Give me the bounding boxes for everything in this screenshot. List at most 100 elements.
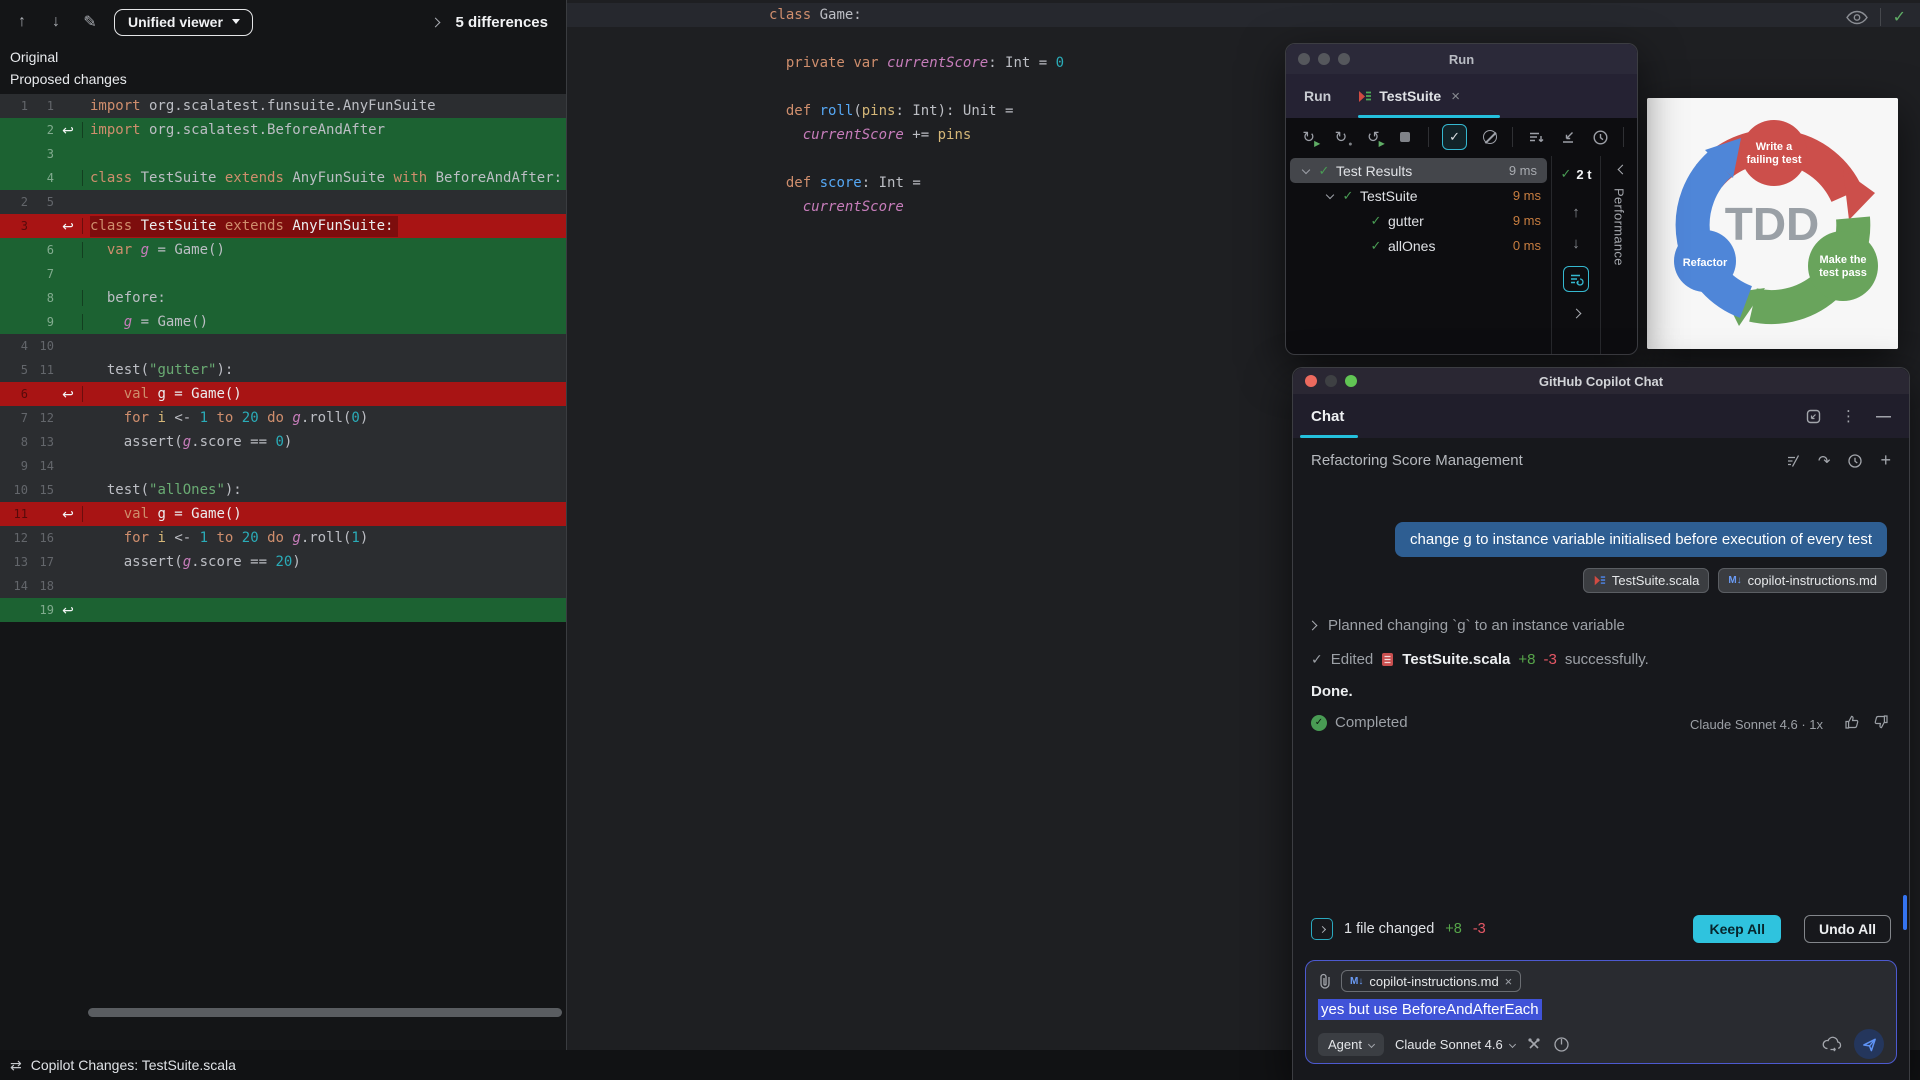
diff-line[interactable]: 6↩ val g = Game() bbox=[0, 382, 566, 406]
undo-change-icon[interactable]: ↩ bbox=[54, 503, 82, 525]
diff-line[interactable]: 914 bbox=[0, 454, 566, 478]
chat-window-titlebar[interactable]: GitHub Copilot Chat bbox=[1293, 368, 1909, 394]
cloud-sync-icon[interactable] bbox=[1822, 1036, 1843, 1052]
next-difference-icon[interactable]: ↓ bbox=[46, 13, 66, 31]
send-button[interactable] bbox=[1854, 1029, 1884, 1059]
test-tree-row[interactable]: ✓Test Results9 ms bbox=[1290, 158, 1547, 183]
panel-divider[interactable] bbox=[566, 0, 567, 1050]
test-tree-row[interactable]: ✓gutter9 ms bbox=[1286, 208, 1551, 233]
undo-change-icon[interactable]: ↩ bbox=[54, 599, 82, 621]
attachment-chip[interactable]: M↓copilot-instructions.md bbox=[1718, 568, 1887, 593]
rerun-tests-icon[interactable]: ↻▶ bbox=[1299, 127, 1318, 147]
attach-context-icon[interactable] bbox=[1785, 453, 1801, 469]
model-dropdown[interactable]: Claude Sonnet 4.6 bbox=[1395, 1037, 1515, 1052]
toggle-auto-test-icon[interactable]: ↻▶ bbox=[1364, 127, 1383, 147]
diff-line[interactable]: 11import org.scalatest.funsuite.AnyFunSu… bbox=[0, 94, 566, 118]
open-in-editor-icon[interactable] bbox=[1806, 409, 1821, 424]
chevron-down-icon[interactable] bbox=[1298, 169, 1314, 173]
diff-line[interactable]: 511 test("gutter"): bbox=[0, 358, 566, 382]
diff-line[interactable]: 1418 bbox=[0, 574, 566, 598]
viewer-mode-dropdown[interactable]: Unified viewer bbox=[114, 9, 253, 36]
import-test-results-icon[interactable] bbox=[1559, 127, 1578, 147]
show-ignored-icon[interactable] bbox=[1480, 127, 1499, 147]
sort-by-duration-icon[interactable] bbox=[1563, 266, 1589, 292]
undo-change-icon[interactable]: ↩ bbox=[54, 383, 82, 405]
test-tree-row[interactable]: ✓allOnes0 ms bbox=[1286, 233, 1551, 258]
minimize-window-button[interactable] bbox=[1325, 375, 1337, 387]
stop-icon[interactable] bbox=[1396, 127, 1415, 147]
redo-icon[interactable]: ↷ bbox=[1818, 452, 1831, 470]
chevron-right-icon[interactable] bbox=[1571, 309, 1581, 319]
zoom-window-button[interactable] bbox=[1338, 53, 1350, 65]
history-icon[interactable] bbox=[1847, 453, 1863, 469]
diff-line[interactable]: 19↩ bbox=[0, 598, 566, 622]
editor-line[interactable] bbox=[567, 27, 1920, 51]
remove-attachment-icon[interactable]: × bbox=[1505, 974, 1513, 989]
zoom-window-button[interactable] bbox=[1345, 375, 1357, 387]
paperclip-icon[interactable] bbox=[1318, 973, 1332, 989]
diff-line[interactable]: 3 bbox=[0, 142, 566, 166]
diff-line[interactable]: 3↩class TestSuite extends AnyFunSuite: bbox=[0, 214, 566, 238]
diff-line[interactable]: 8 before: bbox=[0, 286, 566, 310]
minimize-window-button[interactable] bbox=[1318, 53, 1330, 65]
chevron-down-icon[interactable] bbox=[1322, 194, 1338, 198]
tools-icon[interactable] bbox=[1526, 1036, 1542, 1052]
chevron-left-icon[interactable] bbox=[1618, 165, 1628, 175]
more-options-icon[interactable]: ⋮ bbox=[1841, 407, 1856, 425]
close-window-button[interactable] bbox=[1305, 375, 1317, 387]
keep-all-button[interactable]: Keep All bbox=[1693, 915, 1781, 943]
diff-line[interactable]: 712 for i <- 1 to 20 do g.roll(0) bbox=[0, 406, 566, 430]
undo-change-icon[interactable]: ↩ bbox=[54, 215, 82, 237]
show-passed-icon[interactable]: ✓ bbox=[1442, 124, 1467, 150]
previous-occurrence-icon[interactable]: ↑ bbox=[1572, 204, 1580, 221]
tab-testsuite[interactable]: TestSuite × bbox=[1357, 88, 1460, 105]
editor-line[interactable]: private var currentScore: Int = 0 bbox=[567, 51, 1920, 75]
tab-run[interactable]: Run bbox=[1304, 88, 1331, 104]
diff-line[interactable]: 410 bbox=[0, 334, 566, 358]
run-window-titlebar[interactable]: Run bbox=[1286, 44, 1637, 74]
input-attachment-chip[interactable]: M↓ copilot-instructions.md × bbox=[1341, 970, 1521, 992]
chat-input-box[interactable]: M↓ copilot-instructions.md × yes but use… bbox=[1305, 960, 1897, 1064]
diff-line[interactable]: 1317 assert(g.score == 20) bbox=[0, 550, 566, 574]
diff-line[interactable]: 6 var g = Game() bbox=[0, 238, 566, 262]
scrollbar-thumb[interactable] bbox=[88, 1008, 562, 1017]
mode-dropdown[interactable]: Agent bbox=[1318, 1033, 1384, 1056]
diff-line[interactable]: 4class TestSuite extends AnyFunSuite wit… bbox=[0, 166, 566, 190]
diff-line[interactable]: 2↩import org.scalatest.BeforeAndAfter bbox=[0, 118, 566, 142]
edited-file-name[interactable]: TestSuite.scala bbox=[1402, 651, 1510, 668]
chat-input-field[interactable]: yes but use BeforeAndAfterEach bbox=[1318, 1001, 1884, 1018]
close-tab-icon[interactable]: × bbox=[1451, 88, 1460, 105]
close-window-button[interactable] bbox=[1298, 53, 1310, 65]
usage-gauge-icon[interactable] bbox=[1553, 1036, 1570, 1053]
diff-line[interactable]: 813 assert(g.score == 0) bbox=[0, 430, 566, 454]
undo-all-button[interactable]: Undo All bbox=[1804, 915, 1891, 943]
undo-change-icon[interactable]: ↩ bbox=[54, 119, 82, 141]
diff-line[interactable]: 11↩ val g = Game() bbox=[0, 502, 566, 526]
diff-line[interactable]: 1216 for i <- 1 to 20 do g.roll(1) bbox=[0, 526, 566, 550]
inspections-ok-icon[interactable]: ✓ bbox=[1893, 7, 1906, 27]
edit-icon[interactable]: ✎ bbox=[80, 12, 100, 32]
editor-line[interactable] bbox=[567, 75, 1920, 99]
test-tree-row[interactable]: ✓TestSuite9 ms bbox=[1286, 183, 1551, 208]
reader-mode-eye-icon[interactable] bbox=[1846, 10, 1868, 25]
new-chat-icon[interactable]: + bbox=[1880, 450, 1891, 471]
planned-step[interactable]: Planned changing `g` to an instance vari… bbox=[1309, 617, 1625, 634]
horizontal-scrollbar[interactable] bbox=[88, 1008, 562, 1018]
next-occurrence-icon[interactable]: ↓ bbox=[1572, 235, 1580, 252]
minimize-panel-icon[interactable]: — bbox=[1876, 408, 1891, 425]
rerun-failed-tests-icon[interactable]: ↻● bbox=[1331, 127, 1350, 147]
tab-chat[interactable]: Chat bbox=[1311, 408, 1344, 425]
diff-line[interactable]: 1015 test("allOnes"): bbox=[0, 478, 566, 502]
diff-line[interactable]: 9 g = Game() bbox=[0, 310, 566, 334]
thumbs-up-icon[interactable] bbox=[1844, 714, 1860, 730]
sort-tests-icon[interactable] bbox=[1526, 127, 1545, 147]
expand-changes-icon[interactable] bbox=[1311, 918, 1333, 940]
diff-line[interactable]: 25 bbox=[0, 190, 566, 214]
previous-difference-icon[interactable]: ↑ bbox=[12, 13, 32, 31]
performance-tab[interactable]: Performance bbox=[1612, 188, 1627, 266]
thumbs-down-icon[interactable] bbox=[1873, 714, 1889, 730]
diff-line[interactable]: 7 bbox=[0, 262, 566, 286]
chevron-right-icon[interactable] bbox=[431, 17, 441, 27]
attachment-chip[interactable]: TestSuite.scala bbox=[1583, 568, 1709, 593]
test-history-icon[interactable] bbox=[1591, 127, 1610, 147]
